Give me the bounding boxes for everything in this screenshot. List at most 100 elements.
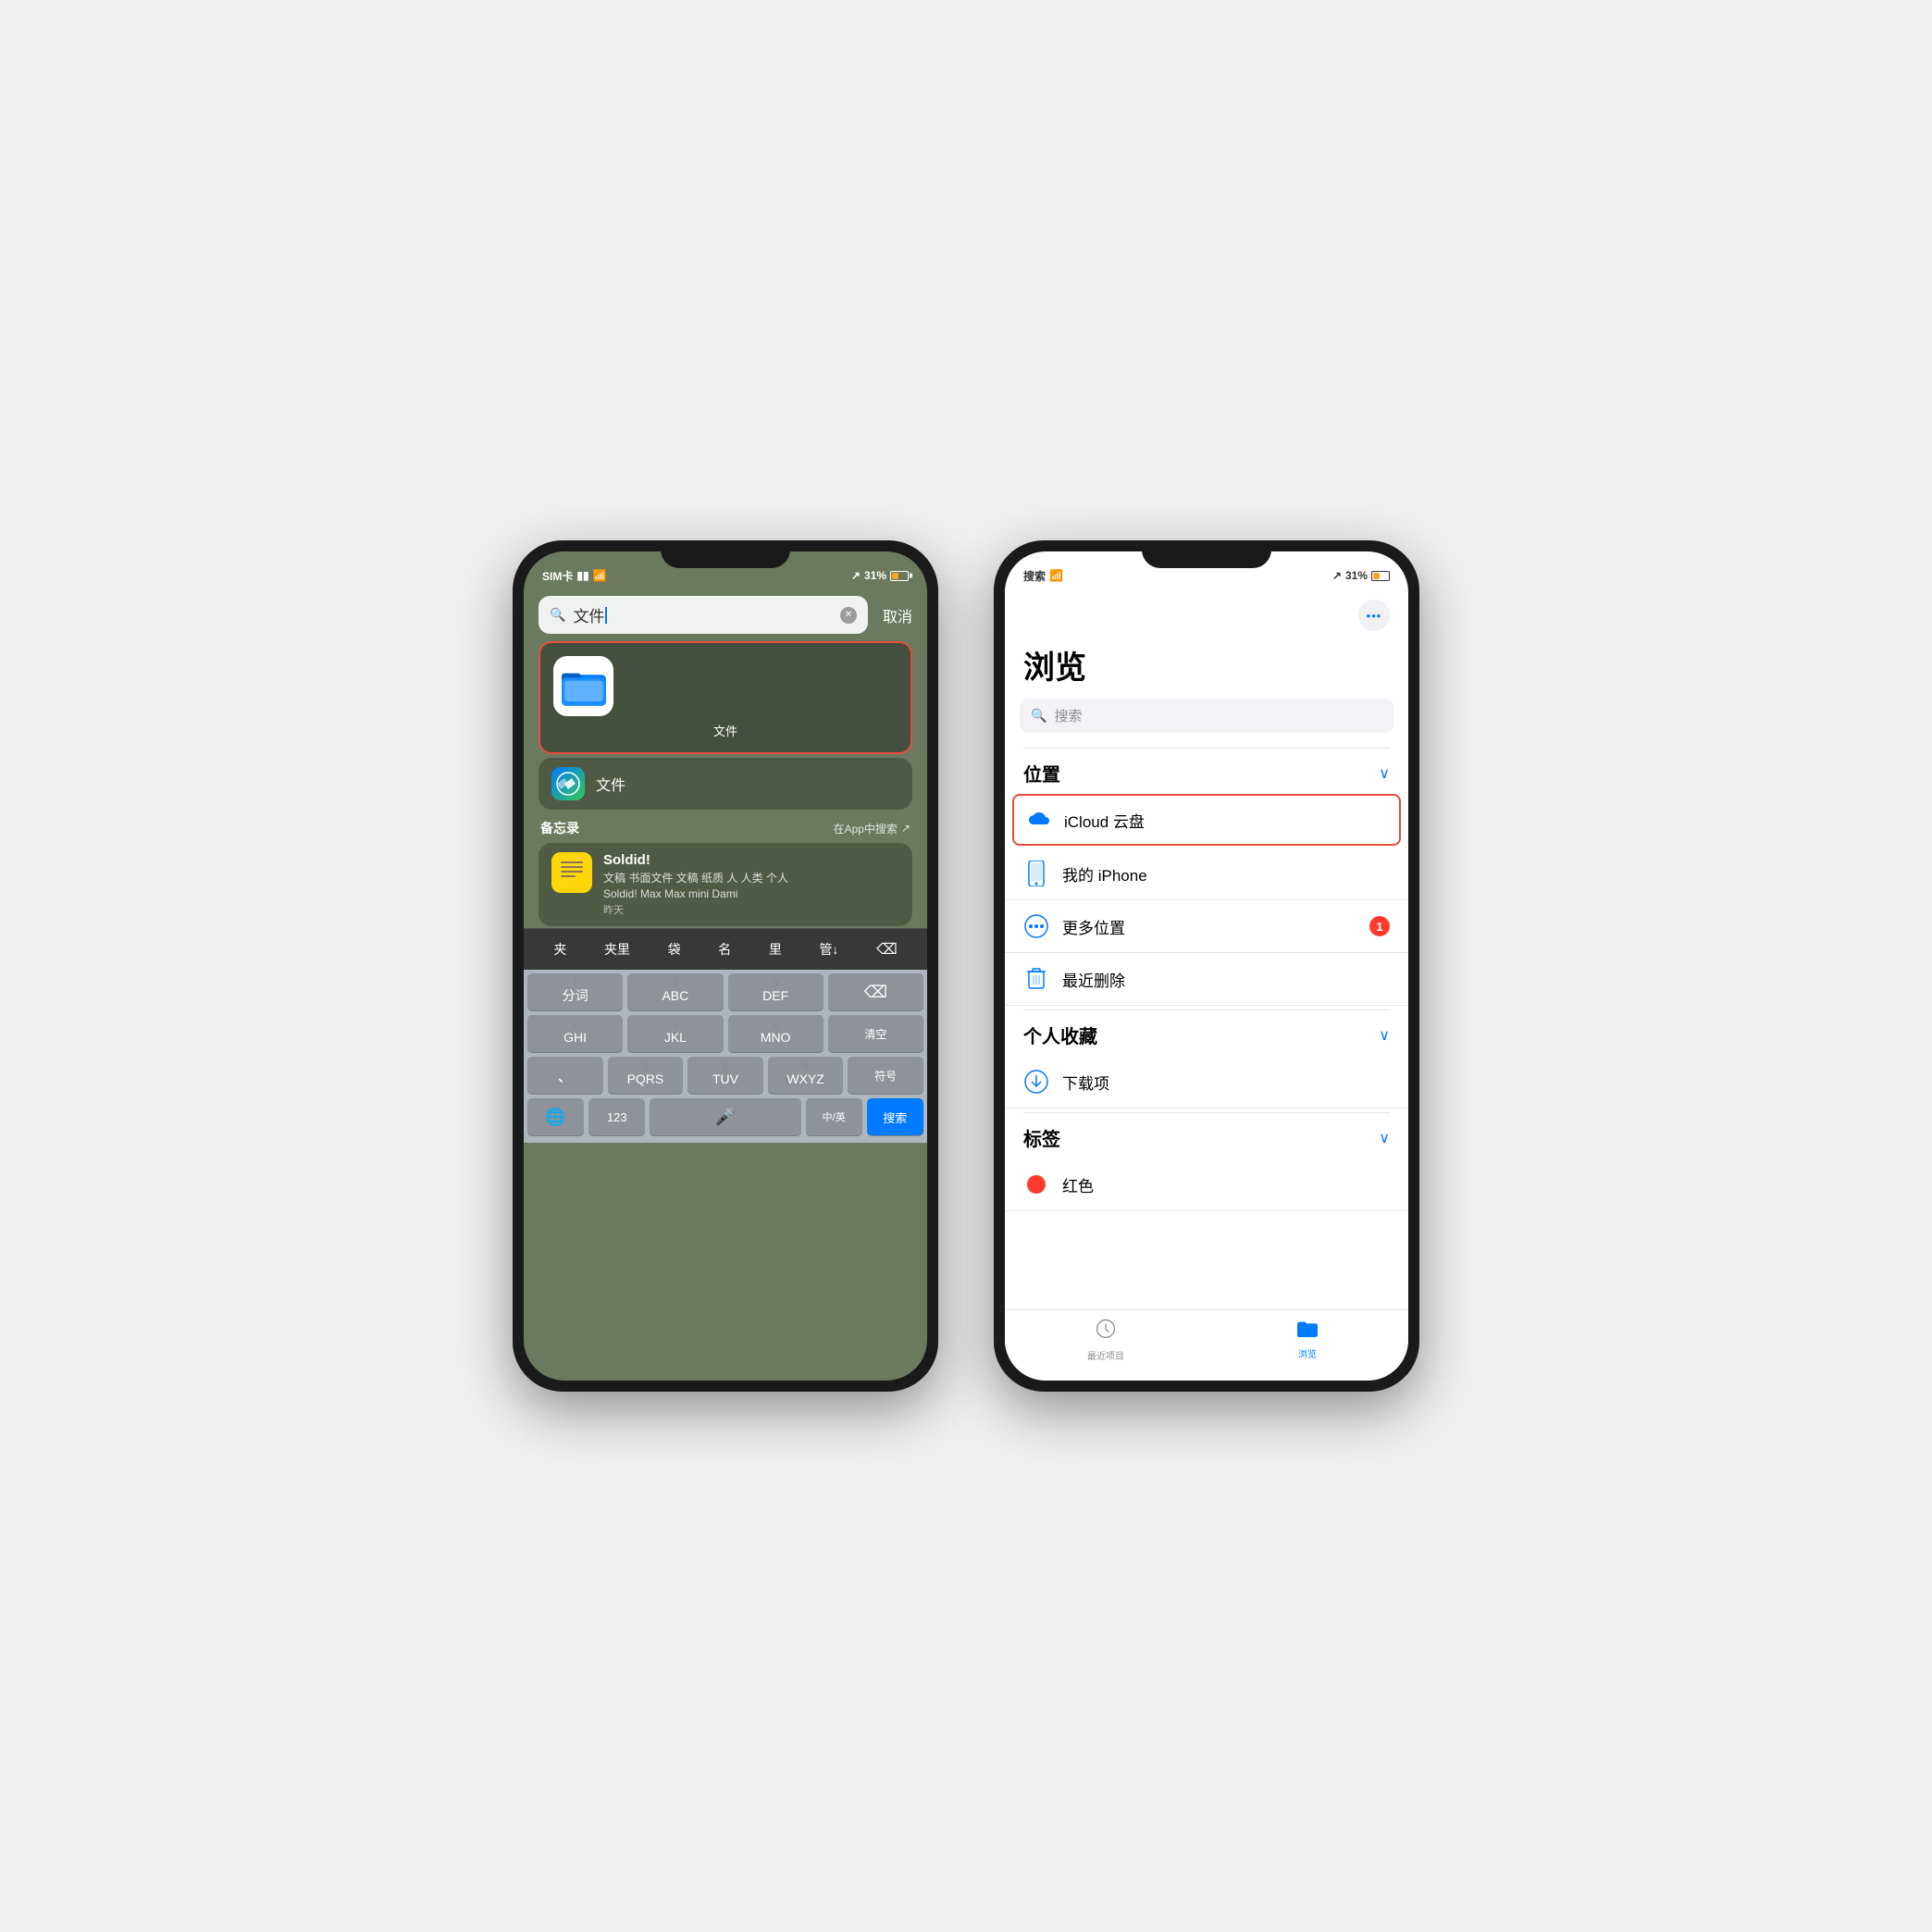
search-cancel-row: 🔍 文件 ✕ 取消 (539, 596, 912, 634)
iphone-device-icon (1023, 861, 1049, 886)
safari-result-label: 文件 (596, 773, 625, 795)
key-globe[interactable]: 🌐 (527, 1098, 584, 1135)
key-clear[interactable]: 清空 (828, 1015, 923, 1052)
key-ghi[interactable]: 4 GHI (527, 1015, 623, 1052)
notes-result-item[interactable]: Soldid! 文稿 书面文件 文稿 纸质 人 人类 个人 Soldid! Ma… (539, 843, 912, 926)
right-phone: 搜索 📶 ↗ 31% ••• (994, 540, 1419, 1392)
tags-section-header[interactable]: 标签 ∨ (1005, 1113, 1408, 1158)
downloads-row[interactable]: 下载项 (1005, 1056, 1408, 1108)
keyboard-row-3: 、 7 PQRS 8 TUV 9 WXYZ (527, 1057, 923, 1094)
key-fenci[interactable]: 1 分词 (527, 973, 623, 1010)
suggestion-name: 名 (711, 936, 738, 962)
right-carrier: 搜索 (1023, 568, 1046, 584)
downloads-icon (1023, 1069, 1049, 1095)
recently-deleted-row[interactable]: 最近删除 (1005, 953, 1408, 1006)
left-battery-pct: 31% (864, 569, 886, 582)
locations-section-header[interactable]: 位置 ∨ (1005, 749, 1408, 794)
key-zh-en[interactable]: 中/英 (806, 1098, 862, 1135)
key-symbol[interactable]: 符号 (848, 1057, 923, 1094)
search-cursor (605, 607, 607, 624)
iphone-label: 我的 iPhone (1062, 862, 1390, 886)
keyboard[interactable]: 1 分词 2 ABC 3 DEF ⌫ (524, 970, 927, 1143)
trash-icon (1023, 966, 1049, 992)
files-app-icon (553, 656, 613, 716)
files-search-bar[interactable]: 🔍 搜索 (1020, 699, 1393, 733)
favorites-title: 个人收藏 (1023, 1022, 1097, 1048)
keyboard-row-2: 4 GHI 5 JKL 6 MNO 清空 (527, 1015, 923, 1052)
left-notch (661, 540, 790, 568)
key-jkl[interactable]: 5 JKL (627, 1015, 723, 1052)
more-options-button[interactable]: ••• (1358, 600, 1390, 631)
files-search-placeholder: 搜索 (1054, 706, 1082, 725)
icloud-row-highlighted[interactable]: iCloud 云盘 (1012, 794, 1401, 846)
right-notch (1142, 540, 1271, 568)
clock-icon (1095, 1318, 1117, 1345)
key-tuv[interactable]: 8 TUV (687, 1057, 763, 1094)
right-battery-icon (1371, 571, 1390, 581)
search-bar-area: 🔍 文件 ✕ 取消 (524, 592, 927, 641)
red-tag-row[interactable]: 红色 (1005, 1158, 1408, 1211)
left-carrier: SIM卡 ▮▮ 📶 (542, 568, 607, 584)
wifi-icon-left: 📶 (593, 569, 607, 582)
more-locations-label: 更多位置 (1062, 915, 1369, 938)
locations-chevron: ∨ (1379, 764, 1390, 783)
search-icon-left: 🔍 (550, 607, 565, 623)
key-mno[interactable]: 6 MNO (728, 1015, 824, 1052)
notes-section-header: 备忘录 在App中搜索 ↗ (524, 811, 927, 841)
key-pqrs[interactable]: 7 PQRS (608, 1057, 684, 1094)
key-wxyz[interactable]: 9 WXYZ (768, 1057, 844, 1094)
battery-fill (892, 573, 898, 579)
notes-content: Soldid! 文稿 书面文件 文稿 纸质 人 人类 个人 Soldid! Ma… (603, 852, 899, 917)
key-search[interactable]: 搜索 (867, 1098, 923, 1135)
icloud-label: iCloud 云盘 (1064, 809, 1388, 832)
key-abc[interactable]: 2 ABC (627, 973, 723, 1010)
key-123[interactable]: 123 (588, 1098, 645, 1135)
key-left-punct[interactable]: 、 (527, 1057, 603, 1094)
locations-title: 位置 (1023, 760, 1060, 786)
cancel-button[interactable]: 取消 (875, 604, 912, 626)
my-iphone-row[interactable]: 我的 iPhone (1005, 848, 1408, 900)
carrier-text: SIM卡 (542, 568, 573, 584)
left-battery-area: ↗ 31% (851, 569, 909, 582)
favorites-section-header[interactable]: 个人收藏 ∨ (1005, 1010, 1408, 1056)
notes-preview2: Soldid! Max Max mini Dami (603, 887, 899, 900)
suggestion-folder2: 夹里 (597, 936, 638, 962)
right-battery-fill (1373, 573, 1380, 579)
right-battery-area: ↗ 31% (1332, 569, 1390, 582)
search-bar[interactable]: 🔍 文件 ✕ (539, 596, 868, 634)
left-battery-icon (890, 571, 909, 581)
delete-suggestion-key[interactable]: ⌫ (869, 936, 905, 962)
suggestion-bag: 袋 (661, 936, 688, 962)
more-locations-row[interactable]: 更多位置 1 (1005, 900, 1408, 953)
favorites-chevron: ∨ (1379, 1026, 1390, 1045)
search-clear-button[interactable]: ✕ (840, 607, 857, 624)
files-header: ••• (1005, 592, 1408, 642)
main-container: SIM卡 ▮▮ 📶 ↗ 31% (476, 503, 1456, 1429)
suggestion-folder: 夹 (546, 936, 574, 962)
key-mic[interactable]: 🎤 (650, 1098, 800, 1135)
downloads-label: 下载项 (1062, 1071, 1390, 1094)
right-screen: 搜索 📶 ↗ 31% ••• (1005, 551, 1408, 1381)
notes-date: 昨天 (603, 902, 899, 917)
files-search-icon: 🔍 (1031, 708, 1046, 724)
browse-title: 浏览 (1005, 642, 1408, 699)
tab-recents[interactable]: 最近项目 (1005, 1318, 1207, 1362)
tab-browse-label: 浏览 (1298, 1346, 1317, 1360)
suggestion-manage: 管↓ (811, 936, 846, 962)
files-app-result-highlighted[interactable]: 文件 (539, 641, 912, 754)
search-input-text: 文件 (573, 603, 607, 626)
key-def[interactable]: 3 DEF (728, 973, 824, 1010)
red-tag-icon (1023, 1171, 1049, 1197)
safari-files-result[interactable]: 文件 (539, 758, 912, 810)
key-backspace[interactable]: ⌫ (828, 973, 923, 1010)
safari-icon (551, 767, 585, 800)
suggestion-li: 里 (762, 936, 789, 962)
keyboard-suggestions-bar: 夹 夹里 袋 名 里 管↓ ⌫ (524, 928, 927, 970)
files-app-label: 文件 (553, 722, 898, 739)
wifi-icon-right: 📶 (1049, 569, 1063, 582)
right-gps-icon: ↗ (1332, 569, 1342, 582)
search-in-app-link[interactable]: 在App中搜索 ↗ (834, 821, 910, 836)
tab-browse[interactable]: 浏览 (1207, 1318, 1408, 1362)
notes-preview: 文稿 书面文件 文稿 纸质 人 人类 个人 (603, 870, 899, 886)
icloud-row[interactable]: iCloud 云盘 (1014, 796, 1399, 844)
